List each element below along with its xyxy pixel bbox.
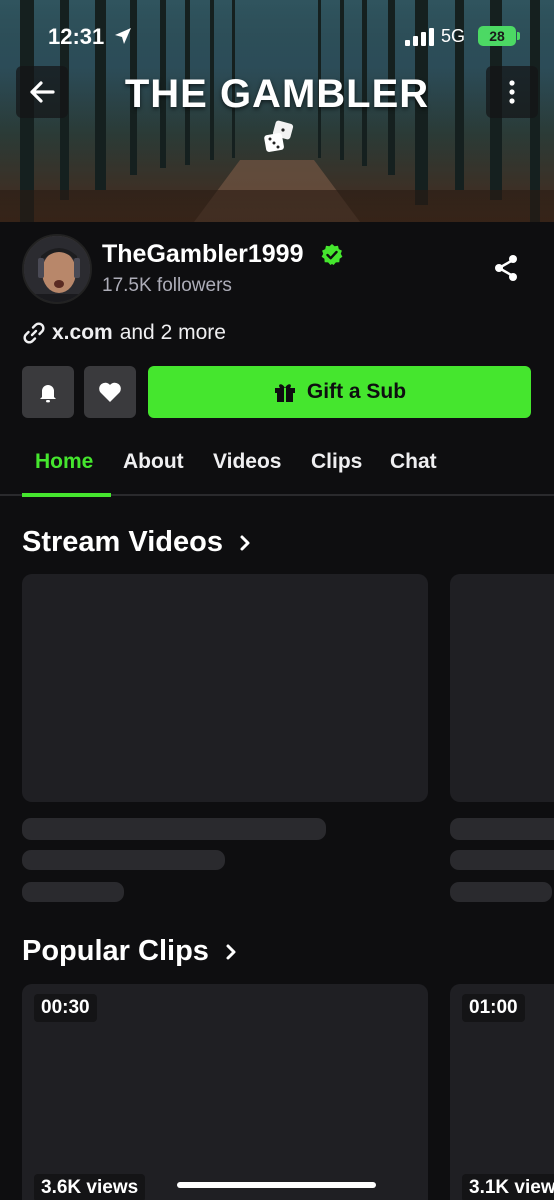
- channel-username: TheGambler1999: [102, 240, 304, 268]
- more-links-text[interactable]: and 2 more: [120, 321, 226, 345]
- follower-count: 17.5K followers: [102, 275, 232, 296]
- more-options-button[interactable]: [486, 66, 538, 118]
- gift-sub-label: Gift a Sub: [306, 380, 407, 403]
- video-meta-placeholder: [450, 850, 554, 870]
- location-arrow-icon: [115, 28, 131, 44]
- video-meta-placeholder: [22, 850, 225, 870]
- notifications-button[interactable]: [22, 366, 74, 418]
- banner-title: THE GAMBLER: [124, 72, 430, 116]
- clip-duration-badge: 00:30: [34, 994, 97, 1022]
- clip-views-badge: 3.1K views: [462, 1174, 554, 1200]
- video-thumbnail-placeholder[interactable]: [22, 574, 428, 802]
- stream-videos-header[interactable]: Stream Videos: [22, 526, 253, 559]
- battery-tip: [517, 32, 520, 40]
- chevron-right-icon: [240, 535, 250, 550]
- video-title-placeholder: [450, 818, 554, 840]
- clip-views-badge: 3.6K views: [34, 1174, 146, 1200]
- status-bar: 12:31 5G 28: [0, 0, 554, 72]
- video-tag-placeholder: [22, 882, 124, 902]
- active-tab-indicator: [22, 493, 111, 497]
- clip-card[interactable]: 01:00 3.1K views: [450, 984, 554, 1200]
- avatar-image: [24, 236, 90, 302]
- channel-links[interactable]: x.com and 2 more: [22, 321, 226, 345]
- clip-duration-badge: 01:00: [462, 994, 525, 1022]
- bell-icon: [40, 385, 56, 403]
- primary-link[interactable]: x.com: [52, 321, 113, 345]
- follow-button[interactable]: [84, 366, 136, 418]
- network-type: 5G: [441, 26, 466, 46]
- popular-clips-header[interactable]: Popular Clips: [22, 935, 239, 968]
- stream-videos-title: Stream Videos: [22, 526, 223, 558]
- home-indicator[interactable]: [177, 1182, 376, 1188]
- dice-icon: [264, 120, 294, 152]
- video-thumbnail-placeholder[interactable]: [450, 574, 554, 802]
- channel-tabs: Home About Videos Clips Chat: [0, 440, 554, 497]
- cellular-signal-icon: [405, 28, 434, 46]
- battery-level: 28: [489, 28, 505, 44]
- channel-banner: 12:31 5G 28 THE GAMBLER: [0, 0, 554, 222]
- popular-clips-title: Popular Clips: [22, 935, 209, 967]
- tab-home[interactable]: Home: [35, 450, 93, 474]
- heart-icon: [99, 382, 121, 402]
- gift-sub-button[interactable]: Gift a Sub: [148, 366, 531, 418]
- battery-icon: 28: [478, 26, 516, 46]
- link-icon: [23, 322, 45, 344]
- tab-about[interactable]: About: [123, 450, 184, 474]
- video-title-placeholder: [22, 818, 326, 840]
- gift-icon: [274, 384, 295, 402]
- clip-card[interactable]: 00:30 3.6K views: [22, 984, 428, 1200]
- tab-clips[interactable]: Clips: [311, 450, 362, 474]
- vertical-dots-icon: [509, 80, 515, 104]
- tab-videos[interactable]: Videos: [213, 450, 281, 474]
- status-time: 12:31: [48, 24, 105, 49]
- video-tag-placeholder: [450, 882, 552, 902]
- chevron-right-icon: [226, 944, 236, 959]
- channel-avatar[interactable]: [22, 234, 92, 304]
- share-icon[interactable]: [490, 252, 522, 284]
- tab-chat[interactable]: Chat: [390, 450, 437, 474]
- verified-badge-icon: [321, 244, 343, 265]
